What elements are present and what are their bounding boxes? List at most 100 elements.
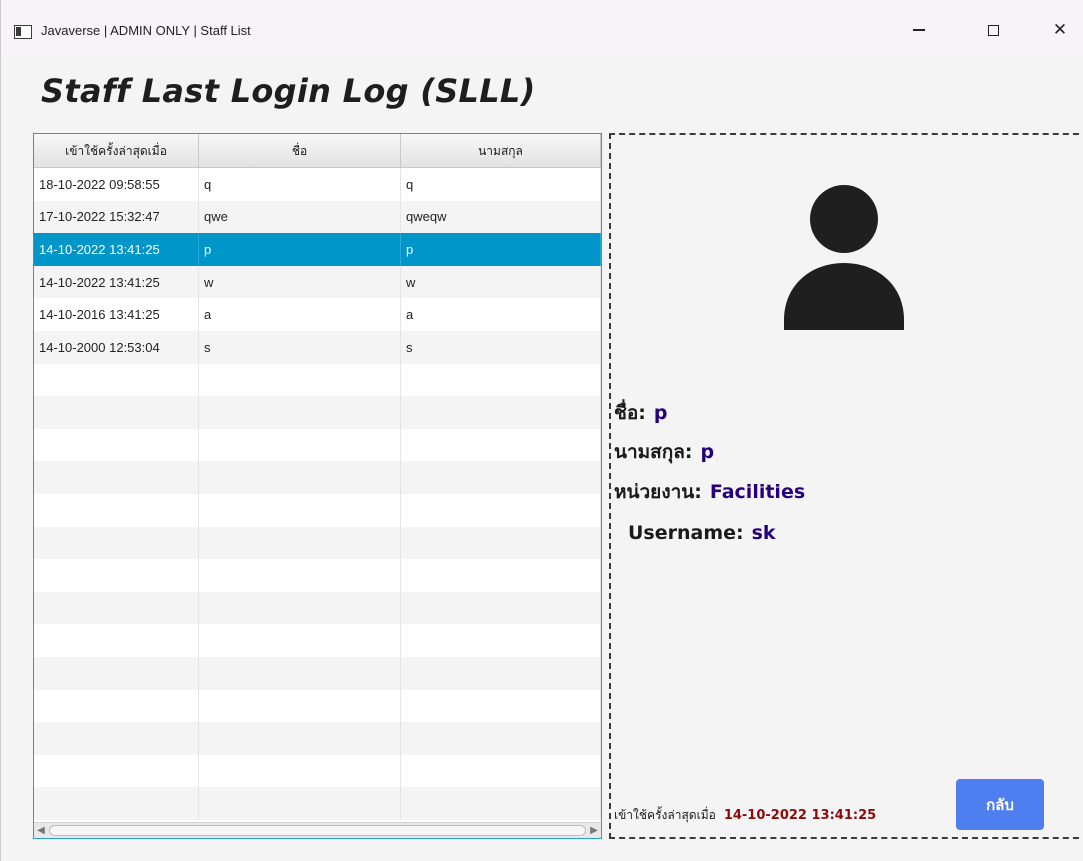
cell-name [199,754,401,788]
close-button[interactable]: ✕ [1037,12,1083,48]
empty-table-row[interactable] [34,396,601,429]
cell-last-login [34,722,199,755]
maximize-button[interactable] [970,12,1016,48]
minimize-button[interactable] [896,12,942,48]
name-label: ชื่อ: [614,402,646,424]
cell-surname [401,461,601,494]
cell-name [199,624,401,657]
user-avatar-icon [784,185,904,330]
empty-table-row[interactable] [34,461,601,494]
horizontal-scrollbar[interactable]: ◀ ▶ [34,822,601,838]
cell-surname [401,396,601,429]
cell-surname: qweqw [401,200,601,234]
cell-name [199,559,401,592]
empty-table-row[interactable] [34,428,601,462]
cell-surname [401,787,601,820]
scrollbar-thumb[interactable] [49,825,586,836]
last-login-label: เข้าใช้ครั้งล่าสุดเมื่อ [614,808,716,822]
table-row[interactable]: 17-10-2022 15:32:47 qwe qweqw [34,200,601,234]
cell-last-login [34,656,199,690]
cell-last-login [34,787,199,820]
cell-surname [401,689,601,723]
detail-username: Username: sk [628,522,776,544]
cell-last-login [34,428,199,462]
cell-last-login [34,624,199,657]
scroll-right-icon[interactable]: ▶ [587,823,601,838]
empty-table-row[interactable] [34,624,601,657]
cell-last-login [34,461,199,494]
cell-surname [401,624,601,657]
empty-table-row[interactable] [34,526,601,560]
cell-last-login: 14-10-2022 13:41:25 [34,233,199,266]
table-row[interactable]: 14-10-2022 13:41:25 p p [34,233,601,266]
cell-last-login: 17-10-2022 15:32:47 [34,200,199,234]
cell-surname [401,363,601,397]
cell-last-login [34,559,199,592]
cell-surname: s [401,330,601,364]
cell-last-login [34,754,199,788]
cell-name: qwe [199,200,401,234]
cell-last-login [34,689,199,723]
cell-surname: w [401,265,601,299]
empty-table-row[interactable] [34,493,601,527]
cell-surname: p [401,233,601,266]
empty-table-row[interactable] [34,754,601,788]
surname-label: นามสกุล: [614,441,693,463]
empty-table-row[interactable] [34,787,601,820]
cell-name: s [199,330,401,364]
staff-table[interactable]: เข้าใช้ครั้งล่าสุดเมื่อ ชื่อ นามสกุล 18-… [33,133,602,839]
cell-surname [401,526,601,560]
username-label: Username: [628,522,744,544]
page-title: Staff Last Login Log (SLLL) [41,72,536,110]
column-header-surname[interactable]: นามสกุล [401,134,601,168]
cell-last-login [34,591,199,625]
cell-name: a [199,298,401,331]
department-value: Facilities [709,481,806,503]
cell-surname [401,722,601,755]
cell-last-login: 14-10-2000 12:53:04 [34,330,199,364]
cell-last-login: 14-10-2022 13:41:25 [34,265,199,299]
cell-last-login: 14-10-2016 13:41:25 [34,298,199,331]
column-header-last-login[interactable]: เข้าใช้ครั้งล่าสุดเมื่อ [34,134,199,168]
cell-name [199,656,401,690]
cell-name: p [199,233,401,266]
department-label: หน่วยงาน: [614,481,702,503]
cell-last-login [34,363,199,397]
title-bar: Javaverse | ADMIN ONLY | Staff List ✕ [1,0,1083,52]
cell-surname [401,656,601,690]
cell-last-login [34,493,199,527]
cell-surname [401,754,601,788]
cell-name [199,722,401,755]
table-header: เข้าใช้ครั้งล่าสุดเมื่อ ชื่อ นามสกุล [34,134,601,168]
minimize-icon [913,29,925,31]
window-title: Javaverse | ADMIN ONLY | Staff List [41,23,251,38]
cell-surname [401,428,601,462]
table-row[interactable]: 18-10-2022 09:58:55 q q [34,168,601,201]
cell-name [199,363,401,397]
cell-name: q [199,168,401,201]
empty-table-row[interactable] [34,689,601,723]
table-row[interactable]: 14-10-2016 13:41:25 a a [34,298,601,331]
cell-surname: a [401,298,601,331]
detail-department: หน่วยงาน: Facilities [614,477,805,507]
app-window: Javaverse | ADMIN ONLY | Staff List ✕ St… [0,0,1083,861]
app-window-icon [14,25,32,39]
empty-table-row[interactable] [34,656,601,690]
detail-surname: นามสกุล: p [614,437,714,467]
scroll-left-icon[interactable]: ◀ [34,823,48,838]
cell-name: w [199,265,401,299]
empty-table-row[interactable] [34,559,601,592]
empty-table-row[interactable] [34,591,601,625]
cell-name [199,689,401,723]
cell-name [199,396,401,429]
column-header-name[interactable]: ชื่อ [199,134,401,168]
last-login-value: 14-10-2022 13:41:25 [723,808,877,823]
surname-value: p [700,441,715,463]
empty-table-row[interactable] [34,722,601,755]
table-row[interactable]: 14-10-2022 13:41:25 w w [34,265,601,299]
cell-name [199,526,401,560]
empty-table-row[interactable] [34,363,601,397]
maximize-icon [987,24,999,36]
back-button[interactable]: กลับ [956,779,1044,830]
table-row[interactable]: 14-10-2000 12:53:04 s s [34,330,601,364]
